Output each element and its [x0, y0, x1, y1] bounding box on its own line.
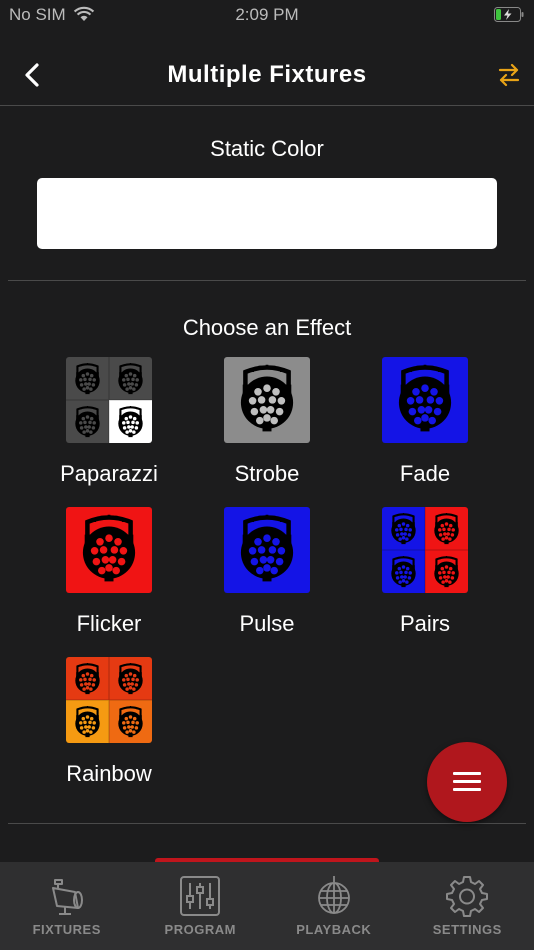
- effect-tile-icon: [66, 357, 152, 443]
- effect-tile-icon: [382, 357, 468, 443]
- disco-ball-icon: [317, 876, 350, 914]
- effect-label: Rainbow: [66, 761, 152, 786]
- tab-label: PLAYBACK: [296, 922, 372, 937]
- clock: 2:09 PM: [235, 5, 299, 24]
- tab-settings[interactable]: SETTINGS: [401, 862, 534, 950]
- effect-rainbow[interactable]: Rainbow: [30, 657, 188, 797]
- divider: [8, 823, 526, 824]
- tab-bar: FIXTURES PROGRAM PLAYBACK SETTINGS: [0, 862, 534, 950]
- effect-flicker[interactable]: Flicker: [30, 507, 188, 647]
- effect-tile-icon: [66, 657, 152, 743]
- effect-pulse[interactable]: Pulse: [188, 507, 346, 647]
- tab-playback[interactable]: PLAYBACK: [267, 862, 401, 950]
- effect-label: Pulse: [239, 611, 295, 636]
- menu-icon-bar: [453, 780, 481, 783]
- menu-icon: [453, 772, 481, 775]
- effect-strobe[interactable]: Strobe: [188, 357, 346, 497]
- menu-fab-button[interactable]: [427, 742, 507, 822]
- tab-fixtures[interactable]: FIXTURES: [0, 862, 134, 950]
- effect-tile-icon: [224, 507, 310, 593]
- swap-arrows-icon[interactable]: [496, 62, 522, 88]
- effect-tile-icon: [66, 507, 152, 593]
- fixture-icon: [51, 879, 83, 915]
- tab-label: FIXTURES: [32, 922, 101, 937]
- menu-icon-bar: [453, 788, 481, 791]
- effect-tile-icon: [382, 507, 468, 593]
- tab-label: PROGRAM: [164, 922, 236, 937]
- status-bar: No SIM 2:09 PM: [0, 0, 534, 30]
- effect-tile-icon: [224, 357, 310, 443]
- effect-label: Fade: [399, 461, 451, 486]
- battery-icon: [494, 7, 524, 22]
- effect-label: Paparazzi: [60, 461, 158, 486]
- tab-program[interactable]: PROGRAM: [134, 862, 268, 950]
- effect-pairs[interactable]: Pairs: [346, 507, 504, 647]
- static-color-swatch[interactable]: [37, 178, 497, 249]
- effect-label: Strobe: [234, 461, 300, 486]
- page-title: Multiple Fixtures: [167, 61, 367, 88]
- effect-fade[interactable]: Fade: [346, 357, 504, 497]
- divider: [8, 280, 526, 281]
- effect-paparazzi[interactable]: Paparazzi: [30, 357, 188, 497]
- effect-label: Flicker: [76, 611, 142, 636]
- gear-icon: [446, 876, 489, 917]
- sliders-icon: [180, 876, 221, 916]
- navigation-bar: Multiple Fixtures: [0, 44, 534, 106]
- static-color-heading: Static Color: [210, 136, 324, 161]
- effect-label: Pairs: [399, 611, 451, 636]
- tab-label: SETTINGS: [432, 922, 502, 937]
- choose-effect-heading: Choose an Effect: [182, 315, 352, 340]
